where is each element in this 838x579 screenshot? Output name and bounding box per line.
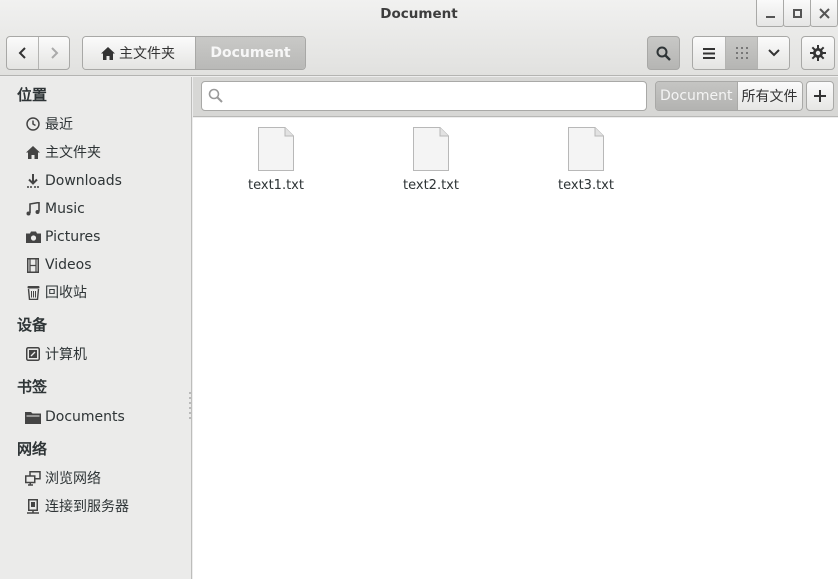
back-button[interactable]: [7, 37, 38, 69]
search-toggle-button[interactable]: [647, 36, 680, 70]
film-icon: [27, 257, 39, 273]
forward-button[interactable]: [38, 37, 69, 69]
minimize-button[interactable]: [756, 0, 784, 27]
music-icon: [26, 202, 40, 216]
chevron-down-icon: [767, 49, 780, 57]
sidebar-item-trash[interactable]: 回收站: [24, 280, 184, 304]
scope-all-files-button[interactable]: 所有文件: [736, 82, 802, 110]
sidebar-section-devices: 设备: [17, 316, 48, 334]
sidebar-item-label: 主文件夹: [45, 145, 101, 161]
home-icon: [101, 46, 115, 60]
settings-button[interactable]: [801, 36, 835, 70]
sidebar-item-label: 最近: [45, 117, 73, 133]
search-scope-group: Document 所有文件: [655, 81, 803, 111]
sidebar-item-home[interactable]: 主文件夹: [24, 140, 184, 164]
grid-view-button[interactable]: [725, 37, 757, 69]
list-icon: [703, 47, 715, 59]
view-options-button[interactable]: [757, 37, 789, 69]
sidebar-item-recent[interactable]: 最近: [24, 112, 184, 136]
maximize-icon: [792, 8, 802, 18]
sidebar-section-places: 位置: [17, 86, 48, 104]
sidebar-item-documents[interactable]: Documents: [24, 405, 184, 429]
computer-icon: [26, 347, 40, 361]
chevron-left-icon: [18, 47, 26, 59]
sidebar-item-label: 连接到服务器: [45, 499, 129, 515]
search-icon: [208, 88, 223, 103]
sidebar-item-label: Music: [45, 201, 85, 217]
sidebar: 位置 最近 主文件夹 Downloads Music Pictures Vide…: [0, 77, 192, 579]
breadcrumb: 主文件夹 Document: [82, 36, 306, 70]
sidebar-item-label: Pictures: [45, 229, 101, 245]
close-icon: [818, 7, 830, 19]
sidebar-item-computer[interactable]: 计算机: [24, 342, 184, 366]
camera-icon: [25, 231, 41, 243]
search-input[interactable]: [201, 81, 647, 111]
breadcrumb-home-label: 主文件夹: [119, 46, 175, 62]
file-manager-window: Document 主文件夹 Document 位置 最近 主文件夹 Downlo…: [0, 0, 838, 579]
folder-icon: [25, 411, 41, 424]
sidebar-resize-handle[interactable]: [189, 392, 192, 422]
breadcrumb-home[interactable]: 主文件夹: [83, 37, 195, 69]
trash-icon: [27, 285, 39, 300]
window-title: Document: [380, 6, 458, 22]
download-icon: [27, 173, 39, 188]
text-file-icon: [568, 127, 604, 171]
sidebar-item-browse-network[interactable]: 浏览网络: [24, 466, 184, 490]
sidebar-section-bookmarks: 书签: [17, 378, 48, 396]
breadcrumb-current[interactable]: Document: [195, 37, 305, 69]
sidebar-item-label: 浏览网络: [45, 471, 101, 487]
sidebar-item-music[interactable]: Music: [24, 197, 184, 221]
text-file-icon: [258, 127, 294, 171]
clock-icon: [26, 117, 40, 131]
chevron-right-icon: [51, 47, 59, 59]
view-mode-group: [692, 36, 790, 70]
file-item[interactable]: text2.txt: [381, 126, 481, 193]
sidebar-section-network: 网络: [17, 440, 48, 458]
text-file-icon: [413, 127, 449, 171]
search-icon: [656, 46, 671, 61]
file-view: text1.txt text2.txt text3.txt: [193, 118, 838, 579]
list-view-button[interactable]: [693, 37, 725, 69]
sidebar-item-downloads[interactable]: Downloads: [24, 169, 184, 193]
maximize-button[interactable]: [783, 0, 811, 27]
header-bar: Document 主文件夹 Document: [0, 0, 838, 76]
gear-icon: [810, 45, 826, 61]
file-name: text3.txt: [558, 178, 614, 193]
history-nav: [6, 36, 70, 70]
file-item[interactable]: text3.txt: [536, 126, 636, 193]
sidebar-item-videos[interactable]: Videos: [24, 253, 184, 277]
sidebar-item-label: 计算机: [45, 347, 87, 363]
sidebar-item-connect-server[interactable]: 连接到服务器: [24, 494, 184, 518]
server-icon: [27, 498, 39, 514]
close-button[interactable]: [810, 0, 838, 27]
sidebar-item-pictures[interactable]: Pictures: [24, 225, 184, 249]
breadcrumb-current-label: Document: [210, 45, 291, 61]
window-controls: [756, 0, 838, 27]
grid-icon: [735, 47, 748, 59]
sidebar-item-label: 回收站: [45, 285, 87, 301]
sidebar-item-label: Documents: [45, 409, 125, 425]
plus-icon: [814, 90, 826, 102]
scope-current-folder-button[interactable]: Document: [656, 82, 737, 110]
file-item[interactable]: text1.txt: [226, 126, 326, 193]
file-name: text2.txt: [403, 178, 459, 193]
add-search-criteria-button[interactable]: [806, 81, 834, 111]
network-icon: [25, 470, 41, 486]
sidebar-item-label: Videos: [45, 257, 92, 273]
home-icon: [26, 145, 40, 159]
file-name: text1.txt: [248, 178, 304, 193]
minimize-icon: [765, 16, 775, 18]
search-bar: Document 所有文件: [193, 77, 838, 117]
sidebar-item-label: Downloads: [45, 173, 122, 189]
